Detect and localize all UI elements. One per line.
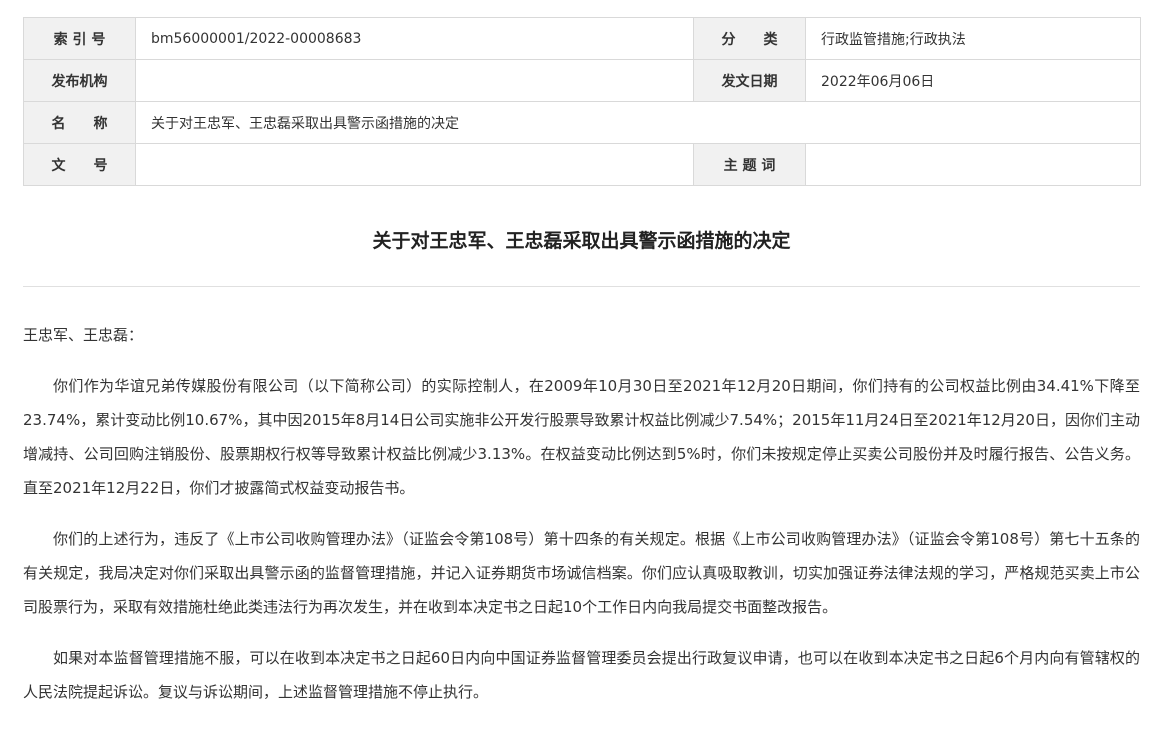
body-paragraph: 你们的上述行为，违反了《上市公司收购管理办法》（证监会令第108号）第十四条的有… <box>23 530 1140 616</box>
index-number-label: 索 引 号 <box>23 17 136 60</box>
document-body: 王忠军、王忠磊： 你们作为华谊兄弟传媒股份有限公司（以下简称公司）的实际控制人，… <box>23 318 1140 726</box>
meta-row-docno: 文 号 主 题 词 <box>23 143 1141 186</box>
document-name-value: 关于对王忠军、王忠磊采取出具警示函措施的决定 <box>135 101 1141 144</box>
index-number-value: bm56000001/2022-00008683 <box>135 17 694 60</box>
category-label: 分 类 <box>693 17 806 60</box>
meta-row-name: 名 称 关于对王忠军、王忠磊采取出具警示函措施的决定 <box>23 101 1141 144</box>
document-number-value <box>135 143 694 186</box>
document-title: 关于对王忠军、王忠磊采取出具警示函措施的决定 <box>372 230 791 252</box>
document-name-label: 名 称 <box>23 101 136 144</box>
document-number-label: 文 号 <box>23 143 136 186</box>
document-metadata-table: 索 引 号 bm56000001/2022-00008683 分 类 行政监管措… <box>23 17 1141 186</box>
issue-date-label: 发文日期 <box>693 59 806 102</box>
title-divider <box>23 286 1140 287</box>
publisher-label: 发布机构 <box>23 59 136 102</box>
keywords-label: 主 题 词 <box>693 143 806 186</box>
body-paragraph: 如果对本监督管理措施不服，可以在收到本决定书之日起60日内向中国证券监督管理委员… <box>23 649 1140 701</box>
meta-row-index: 索 引 号 bm56000001/2022-00008683 分 类 行政监管措… <box>23 17 1141 60</box>
meta-row-publisher: 发布机构 发文日期 2022年06月06日 <box>23 59 1141 102</box>
issue-date-value: 2022年06月06日 <box>805 59 1141 102</box>
body-paragraph: 你们作为华谊兄弟传媒股份有限公司（以下简称公司）的实际控制人，在2009年10月… <box>23 377 1140 497</box>
publisher-value <box>135 59 694 102</box>
keywords-value <box>805 143 1141 186</box>
salutation: 王忠军、王忠磊： <box>23 326 144 344</box>
category-value: 行政监管措施;行政执法 <box>805 17 1141 60</box>
